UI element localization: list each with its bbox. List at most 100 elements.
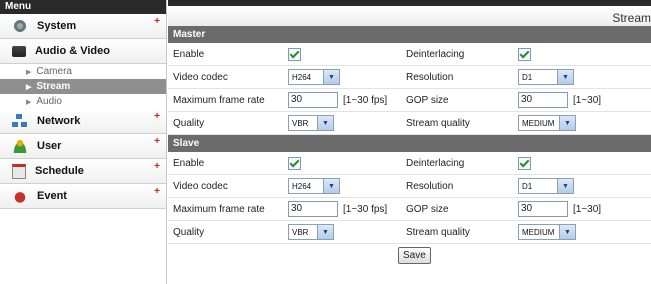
resolution-label: Resolution [406,71,454,83]
sidebar-item-label: Network [37,115,81,127]
slave-fps-input[interactable]: 30 [288,201,338,217]
save-button[interactable]: Save [398,247,431,264]
sidebar-item-audio-video[interactable]: Audio & Video [0,39,166,64]
network-icon [12,114,28,128]
enable-label: Enable [173,48,205,60]
select-value: H264 [292,181,312,191]
save-row: Save [168,244,651,266]
fps-hint: [1~30 fps] [343,203,388,215]
gop-hint: [1~30] [573,203,602,215]
sidebar-subitem-label: Audio [36,96,62,107]
expand-icon[interactable]: + [154,16,160,27]
fps-hint: [1~30 fps] [343,94,388,106]
master-enable-checkbox[interactable] [288,47,301,61]
select-value: VBR [292,118,309,128]
gop-size-label: GOP size [406,203,449,215]
slave-gop-input[interactable]: 30 [518,201,568,217]
chevron-down-icon: ▼ [559,225,575,239]
expand-icon[interactable]: + [154,161,160,172]
form-row: Maximum frame rate 30 [1~30 fps] GOP size… [168,89,651,112]
stream-quality-label: Stream quality [406,117,470,129]
sidebar-item-schedule[interactable]: Schedule + [0,159,166,184]
chevron-down-icon: ▼ [557,179,573,193]
chevron-down-icon: ▼ [557,70,573,84]
max-frame-rate-label: Maximum frame rate [173,94,265,106]
master-gop-input[interactable]: 30 [518,92,568,108]
sidebar-item-label: Schedule [35,165,84,177]
master-deinterlacing-checkbox[interactable] [518,47,531,61]
quality-label: Quality [173,226,205,238]
sidebar-item-system[interactable]: System + [0,14,166,39]
slave-stream-quality-select[interactable]: MEDIUM ▼ [518,224,576,240]
select-value: MEDIUM [522,227,555,237]
sidebar-item-user[interactable]: User + [0,134,166,159]
master-codec-select[interactable]: H264 ▼ [288,69,340,85]
select-value: MEDIUM [522,118,555,128]
expand-icon[interactable]: + [154,186,160,197]
select-value: D1 [522,181,533,191]
master-fps-input[interactable]: 30 [288,92,338,108]
slave-deinterlacing-checkbox[interactable] [518,156,531,170]
max-frame-rate-label: Maximum frame rate [173,203,265,215]
sidebar-item-event[interactable]: Event + [0,184,166,209]
form-row: Quality VBR ▼ Stream quality MEDIUM ▼ [168,112,651,135]
main-panel: Stream Master Enable Deinterlacing Video… [168,0,651,284]
section-header-master: Master [168,26,651,43]
chevron-right-icon: ▶ [26,99,32,106]
form-row: Maximum frame rate 30 [1~30 fps] GOP size… [168,198,651,221]
form-row: Video codec H264 ▼ Resolution D1 ▼ [168,66,651,89]
sidebar-subitem-camera[interactable]: ▶ Camera [0,64,166,79]
sidebar-item-label: System [37,20,77,32]
sidebar: Menu System + Audio & Video ▶ Camera ▶ Str… [0,0,167,284]
sidebar-subitem-label: Camera [36,66,72,77]
select-value: D1 [522,72,533,82]
chevron-down-icon: ▼ [559,116,575,130]
deinterlacing-label: Deinterlacing [406,157,465,169]
form-row: Enable Deinterlacing [168,152,651,175]
chevron-down-icon: ▼ [317,116,333,130]
master-stream-quality-select[interactable]: MEDIUM ▼ [518,115,576,131]
chevron-right-icon: ▶ [26,84,32,91]
sidebar-subitem-label: Stream [36,81,71,92]
sidebar-item-network[interactable]: Network + [0,109,166,134]
gear-icon [12,19,28,33]
title-bar: Stream [168,0,651,26]
enable-label: Enable [173,157,205,169]
video-codec-label: Video codec [173,71,228,83]
user-icon [12,139,28,153]
chevron-down-icon: ▼ [317,225,333,239]
camera-icon [12,45,26,57]
gop-hint: [1~30] [573,94,602,106]
alarm-icon [12,189,28,203]
chevron-right-icon: ▶ [26,69,32,76]
form-row: Enable Deinterlacing [168,43,651,66]
master-resolution-select[interactable]: D1 ▼ [518,69,574,85]
master-quality-select[interactable]: VBR ▼ [288,115,334,131]
select-value: VBR [292,227,309,237]
sidebar-item-label: Event [37,190,67,202]
slave-resolution-select[interactable]: D1 ▼ [518,178,574,194]
chevron-down-icon: ▼ [323,70,339,84]
sidebar-subitem-stream[interactable]: ▶ Stream [0,79,166,94]
page-title: Stream [612,11,651,25]
section-header-slave: Slave [168,135,651,152]
expand-icon[interactable]: + [154,111,160,122]
sidebar-item-label: Audio & Video [35,45,110,57]
select-value: H264 [292,72,312,82]
resolution-label: Resolution [406,180,454,192]
form-row: Quality VBR ▼ Stream quality MEDIUM ▼ [168,221,651,244]
stream-quality-label: Stream quality [406,226,470,238]
form-row: Video codec H264 ▼ Resolution D1 ▼ [168,175,651,198]
sidebar-item-label: User [37,140,62,152]
expand-icon[interactable]: + [154,136,160,147]
video-codec-label: Video codec [173,180,228,192]
chevron-down-icon: ▼ [323,179,339,193]
slave-enable-checkbox[interactable] [288,156,301,170]
quality-label: Quality [173,117,205,129]
calendar-icon [12,163,26,179]
slave-codec-select[interactable]: H264 ▼ [288,178,340,194]
gop-size-label: GOP size [406,94,449,106]
menu-header: Menu [0,0,166,14]
slave-quality-select[interactable]: VBR ▼ [288,224,334,240]
sidebar-subitem-audio[interactable]: ▶ Audio [0,94,166,109]
